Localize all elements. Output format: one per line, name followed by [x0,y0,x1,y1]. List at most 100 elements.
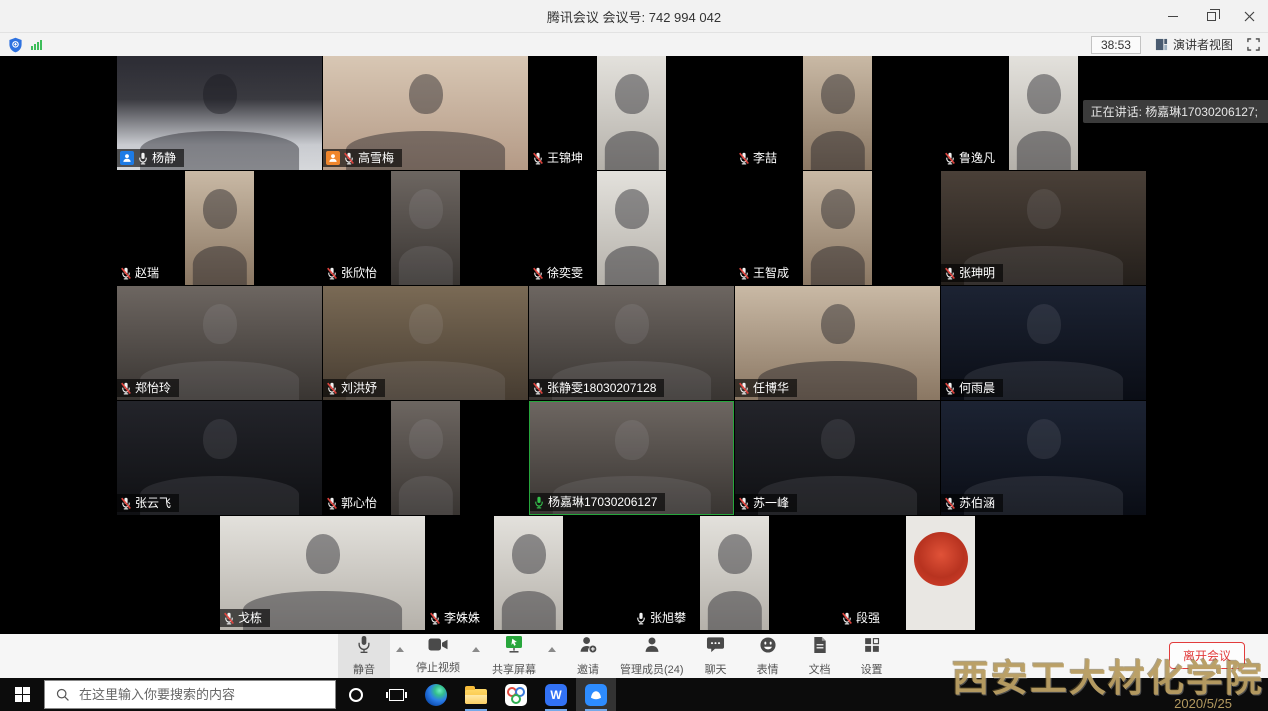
video-tile[interactable]: 李姝姝 [426,516,631,630]
leave-meeting-button[interactable]: 离开会议 [1169,642,1245,669]
video-tile[interactable]: 张云飞 [117,401,322,515]
taskbar-search[interactable] [44,680,336,709]
participant-label: 王锦坤 [529,149,591,167]
video-tile[interactable]: 郭心怡 [323,401,528,515]
video-grid-row: 郑怡玲 刘洪妤张静雯18030207128任博华何雨晨 [117,286,1268,401]
video-tile[interactable]: 张欣怡 [323,171,528,285]
video-tile[interactable]: 刘洪妤 [323,286,528,400]
cortana-icon [349,688,363,702]
participant-name: 李姝姝 [444,611,480,625]
participant-label: 鲁逸凡 [941,149,1003,167]
layout-view-icon [1155,38,1168,51]
mic-on-icon [635,612,647,625]
video-tile[interactable]: 赵瑞 [117,171,322,285]
video-grid-row: 戈栋 李姝姝 张旭攀 段强 [220,516,1268,631]
dropdown-arrow-icon[interactable] [548,647,556,652]
close-button[interactable] [1230,0,1268,32]
toolbar-button-chat[interactable]: 聊天 [690,634,742,678]
mic-muted-icon [326,497,338,510]
toolbar-button-settings[interactable]: 设置 [846,634,898,678]
cohost-badge-icon [326,151,340,165]
toolbar-button-emoji[interactable]: 表情 [742,634,794,678]
security-shield-icon[interactable] [8,37,23,53]
participant-label: 张云飞 [117,494,179,512]
network-signal-icon[interactable] [31,39,42,50]
video-tile[interactable]: 任博华 [735,286,940,400]
toolbar-button-label: 管理成员(24) [620,661,684,677]
video-tile[interactable]: 张静雯18030207128 [529,286,734,400]
toolbar-button-members[interactable]: 管理成员(24) [614,634,690,678]
participant-label: 苏一峰 [735,494,797,512]
taskbar-apps: W [416,678,616,711]
toolbar-button-camera[interactable]: 停止视频 [410,634,466,678]
video-tile[interactable]: 杨静 [117,56,322,170]
toolbar-button-label: 静音 [353,661,375,677]
cortana-button[interactable] [336,678,376,711]
video-tile[interactable]: 郑怡玲 [117,286,322,400]
mic-on-icon [137,152,149,165]
video-tile[interactable]: 苏伯涵 [941,401,1146,515]
dropdown-arrow-icon[interactable] [396,647,404,652]
video-tile[interactable]: 李喆 [735,56,940,170]
toolbar-button-label: 表情 [757,661,779,677]
title-bar: 腾讯会议 会议号: 742 994 042 [0,0,1268,32]
minimize-button[interactable] [1154,0,1192,32]
task-view-button[interactable] [376,678,416,711]
participant-name: 郑怡玲 [135,381,171,395]
toolbar-button-mic[interactable]: 静音 [338,634,390,678]
meeting-top-bar: 38:53 演讲者视图 [0,32,1268,56]
participant-label: 张珅明 [941,264,1003,282]
close-icon [1244,11,1255,22]
participant-name: 李喆 [753,151,777,165]
mic-icon [355,635,373,659]
mic-muted-icon [532,152,544,165]
video-tile[interactable]: 张旭攀 [632,516,837,630]
dropdown-arrow-icon[interactable] [472,647,480,652]
video-tile[interactable]: 王锦坤 [529,56,734,170]
participant-name: 高雪梅 [358,151,394,165]
video-tile[interactable]: 杨嘉琳17030206127 [529,401,734,515]
video-tile[interactable]: 戈栋 [220,516,425,630]
search-icon [56,688,70,702]
participant-label: 戈栋 [220,609,270,627]
toolbar-button-document[interactable]: 文档 [794,634,846,678]
toolbar-button-share-screen[interactable]: 共享屏幕 [486,634,542,678]
taskbar-app-explorer[interactable] [456,678,496,711]
taskbar-app-edge[interactable] [416,678,456,711]
speaker-view-button[interactable]: 演讲者视图 [1155,36,1233,53]
participant-name: 张欣怡 [341,266,377,280]
video-tile[interactable]: 苏一峰 [735,401,940,515]
taskbar-app-meeting[interactable] [576,678,616,711]
fullscreen-icon[interactable] [1247,38,1260,51]
participant-name: 赵瑞 [135,266,159,280]
start-button[interactable] [0,678,44,711]
participant-name: 杨嘉琳17030206127 [548,495,657,509]
camera-icon [428,637,448,657]
taskbar-app-rings[interactable] [496,678,536,711]
toolbar-button-person-add[interactable]: 邀请 [562,634,614,678]
participant-name: 张旭攀 [650,611,686,625]
video-tile[interactable]: 段强 [838,516,1043,630]
video-tile[interactable]: 张珅明 [941,171,1146,285]
mic-speaking-icon [533,496,545,509]
participant-name: 戈栋 [238,611,262,625]
participant-name: 鲁逸凡 [959,151,995,165]
tencent-meeting-icon [585,684,607,706]
participant-name: 苏一峰 [753,496,789,510]
restore-button[interactable] [1192,0,1230,32]
participant-name: 苏伯涵 [959,496,995,510]
video-tile[interactable]: 高雪梅 [323,56,528,170]
video-tile[interactable]: 何雨晨 [941,286,1146,400]
emoji-icon [759,636,777,659]
mic-muted-icon [326,267,338,280]
taskbar-app-wps[interactable]: W [536,678,576,711]
mic-muted-icon [120,382,132,395]
participant-video [185,171,255,285]
search-input[interactable] [79,687,309,702]
participant-video [391,171,461,285]
toolbar-button-label: 共享屏幕 [492,661,536,677]
participant-label: 张旭攀 [632,609,694,627]
video-tile[interactable]: 王智成 [735,171,940,285]
video-tile[interactable]: 徐奕雯 [529,171,734,285]
person-add-icon [579,636,598,659]
